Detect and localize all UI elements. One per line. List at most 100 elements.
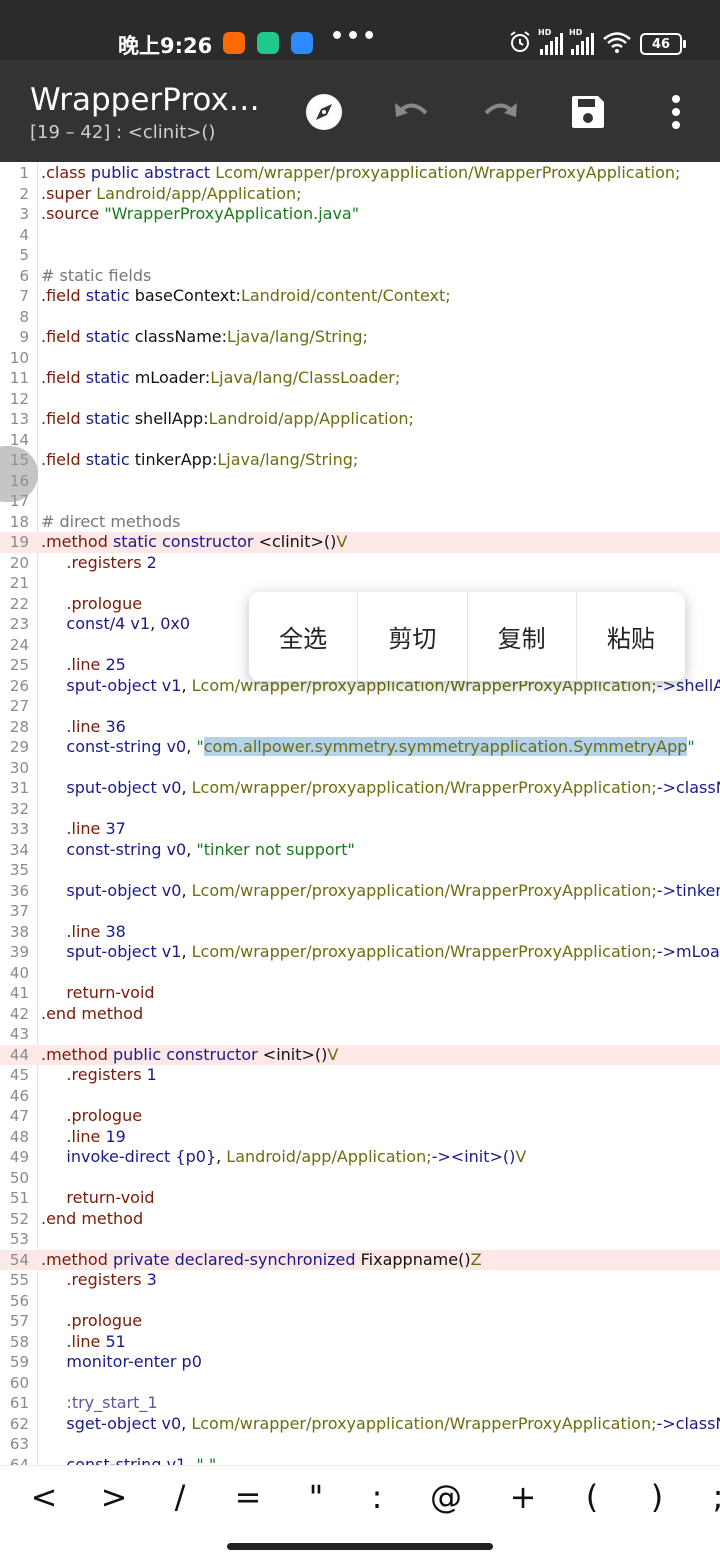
symbol-key-colon[interactable]: : bbox=[357, 1478, 397, 1516]
code-line[interactable]: 56 bbox=[0, 1291, 720, 1312]
symbol-key-lt[interactable]: < bbox=[24, 1478, 64, 1516]
code-line[interactable]: 37 bbox=[0, 901, 720, 922]
code-line[interactable]: 55 .registers 3 bbox=[0, 1270, 720, 1291]
code-line[interactable]: 62 sget-object v0, Lcom/wrapper/proxyapp… bbox=[0, 1414, 720, 1435]
redo-icon[interactable] bbox=[478, 90, 522, 134]
code-text: .line 19 bbox=[41, 1127, 126, 1148]
symbol-key-semicolon[interactable]: ; bbox=[698, 1478, 720, 1516]
code-line[interactable]: 7.field static baseContext:Landroid/cont… bbox=[0, 286, 720, 307]
code-line[interactable]: 1.class public abstract Lcom/wrapper/pro… bbox=[0, 163, 720, 184]
code-token: 51 bbox=[105, 1332, 125, 1351]
code-line[interactable]: 43 bbox=[0, 1024, 720, 1045]
code-line[interactable]: 21 bbox=[0, 573, 720, 594]
code-line[interactable]: 13.field static shellApp:Landroid/app/Ap… bbox=[0, 409, 720, 430]
code-line[interactable]: 40 bbox=[0, 963, 720, 984]
code-line[interactable]: 34 const-string v0, "tinker not support" bbox=[0, 840, 720, 861]
code-token: static bbox=[86, 327, 135, 346]
code-line[interactable]: 46 bbox=[0, 1086, 720, 1107]
code-line[interactable]: 27 bbox=[0, 696, 720, 717]
code-token: Fixappname() bbox=[361, 1250, 471, 1269]
code-text: .registers 1 bbox=[41, 1065, 157, 1086]
symbol-key-open-paren[interactable]: ( bbox=[572, 1478, 612, 1516]
symbol-key-slash[interactable]: / bbox=[160, 1478, 200, 1516]
compass-icon[interactable] bbox=[302, 90, 346, 134]
code-line[interactable]: 51 return-void bbox=[0, 1188, 720, 1209]
code-line[interactable]: 39 sput-object v1, Lcom/wrapper/proxyapp… bbox=[0, 942, 720, 963]
code-token: sput-object bbox=[41, 881, 162, 900]
line-number: 59 bbox=[0, 1352, 29, 1373]
code-line[interactable]: 49 invoke-direct {p0}, Landroid/app/Appl… bbox=[0, 1147, 720, 1168]
code-line[interactable]: 11.field static mLoader:Ljava/lang/Class… bbox=[0, 368, 720, 389]
copy-button[interactable]: 复制 bbox=[468, 592, 577, 681]
symbol-key-gt[interactable]: > bbox=[94, 1478, 134, 1516]
code-line[interactable]: 18# direct methods bbox=[0, 512, 720, 533]
code-line[interactable]: 4 bbox=[0, 225, 720, 246]
code-line[interactable]: 5 bbox=[0, 245, 720, 266]
more-icon[interactable] bbox=[654, 90, 698, 134]
code-line[interactable]: 36 sput-object v0, Lcom/wrapper/proxyapp… bbox=[0, 881, 720, 902]
code-token: v0 bbox=[162, 778, 182, 797]
code-line[interactable]: 61 :try_start_1 bbox=[0, 1393, 720, 1414]
code-line[interactable]: 17 bbox=[0, 491, 720, 512]
paste-button[interactable]: 粘贴 bbox=[577, 592, 685, 681]
code-token: .prologue bbox=[41, 1106, 142, 1125]
signal-1-icon: HD bbox=[540, 33, 563, 55]
code-line[interactable]: 30 bbox=[0, 758, 720, 779]
code-line[interactable]: 19.method static constructor <clinit>()V bbox=[0, 532, 720, 553]
symbol-key-close-paren[interactable]: ) bbox=[637, 1478, 677, 1516]
code-line[interactable]: 20 .registers 2 bbox=[0, 553, 720, 574]
code-line[interactable]: 28 .line 36 bbox=[0, 717, 720, 738]
code-line[interactable]: 29 const-string v0, "com.allpower.symmet… bbox=[0, 737, 720, 758]
symbol-key-equals[interactable]: = bbox=[228, 1478, 268, 1516]
code-line[interactable]: 38 .line 38 bbox=[0, 922, 720, 943]
code-line[interactable]: 53 bbox=[0, 1229, 720, 1250]
code-line[interactable]: 59 monitor-enter p0 bbox=[0, 1352, 720, 1373]
code-line[interactable]: 9.field static className:Ljava/lang/Stri… bbox=[0, 327, 720, 348]
code-line[interactable]: 3.source "WrapperProxyApplication.java" bbox=[0, 204, 720, 225]
code-line[interactable]: 44.method public constructor <init>()V bbox=[0, 1045, 720, 1066]
code-token: .source bbox=[41, 204, 104, 223]
code-line[interactable]: 14 bbox=[0, 430, 720, 451]
code-token: Ljava/lang/String; bbox=[227, 327, 368, 346]
code-line[interactable]: 33 .line 37 bbox=[0, 819, 720, 840]
select-all-button[interactable]: 全选 bbox=[249, 592, 358, 681]
code-line[interactable]: 32 bbox=[0, 799, 720, 820]
code-line[interactable]: 60 bbox=[0, 1373, 720, 1394]
symbol-key-quote[interactable]: " bbox=[296, 1478, 336, 1516]
code-line[interactable]: 31 sput-object v0, Lcom/wrapper/proxyapp… bbox=[0, 778, 720, 799]
code-line[interactable]: 2.super Landroid/app/Application; bbox=[0, 184, 720, 205]
code-line[interactable]: 54.method private declared-synchronized … bbox=[0, 1250, 720, 1271]
code-line[interactable]: 57 .prologue bbox=[0, 1311, 720, 1332]
code-token: private declared-synchronized bbox=[113, 1250, 361, 1269]
code-text: const-string v0, "com.allpower.symmetry.… bbox=[41, 737, 695, 758]
undo-icon[interactable] bbox=[390, 90, 434, 134]
code-token: static bbox=[86, 409, 135, 428]
code-line[interactable]: 47 .prologue bbox=[0, 1106, 720, 1127]
home-indicator[interactable] bbox=[227, 1543, 493, 1550]
line-number: 44 bbox=[0, 1045, 29, 1066]
code-line[interactable]: 48 .line 19 bbox=[0, 1127, 720, 1148]
code-line[interactable]: 10 bbox=[0, 348, 720, 369]
code-line[interactable]: 41 return-void bbox=[0, 983, 720, 1004]
code-editor[interactable]: 1.class public abstract Lcom/wrapper/pro… bbox=[0, 162, 720, 1465]
code-line[interactable]: 6# static fields bbox=[0, 266, 720, 287]
code-line[interactable]: 16 bbox=[0, 471, 720, 492]
code-line[interactable]: 15.field static tinkerApp:Ljava/lang/Str… bbox=[0, 450, 720, 471]
code-line[interactable]: 12 bbox=[0, 389, 720, 410]
symbol-key-plus[interactable]: + bbox=[503, 1478, 543, 1516]
code-line[interactable]: 63 bbox=[0, 1434, 720, 1455]
file-title[interactable]: WrapperProxyApplication bbox=[30, 82, 270, 118]
code-line[interactable]: 52.end method bbox=[0, 1209, 720, 1230]
save-icon[interactable] bbox=[566, 90, 610, 134]
code-token: ->className bbox=[657, 778, 720, 797]
code-line[interactable]: 35 bbox=[0, 860, 720, 881]
cut-button[interactable]: 剪切 bbox=[358, 592, 467, 681]
symbol-key-at[interactable]: @ bbox=[426, 1478, 466, 1516]
code-line[interactable]: 64 const-string v1, "." bbox=[0, 1455, 720, 1466]
code-text: .line 38 bbox=[41, 922, 126, 943]
code-line[interactable]: 42.end method bbox=[0, 1004, 720, 1025]
code-line[interactable]: 8 bbox=[0, 307, 720, 328]
code-line[interactable]: 50 bbox=[0, 1168, 720, 1189]
code-line[interactable]: 45 .registers 1 bbox=[0, 1065, 720, 1086]
code-line[interactable]: 58 .line 51 bbox=[0, 1332, 720, 1353]
